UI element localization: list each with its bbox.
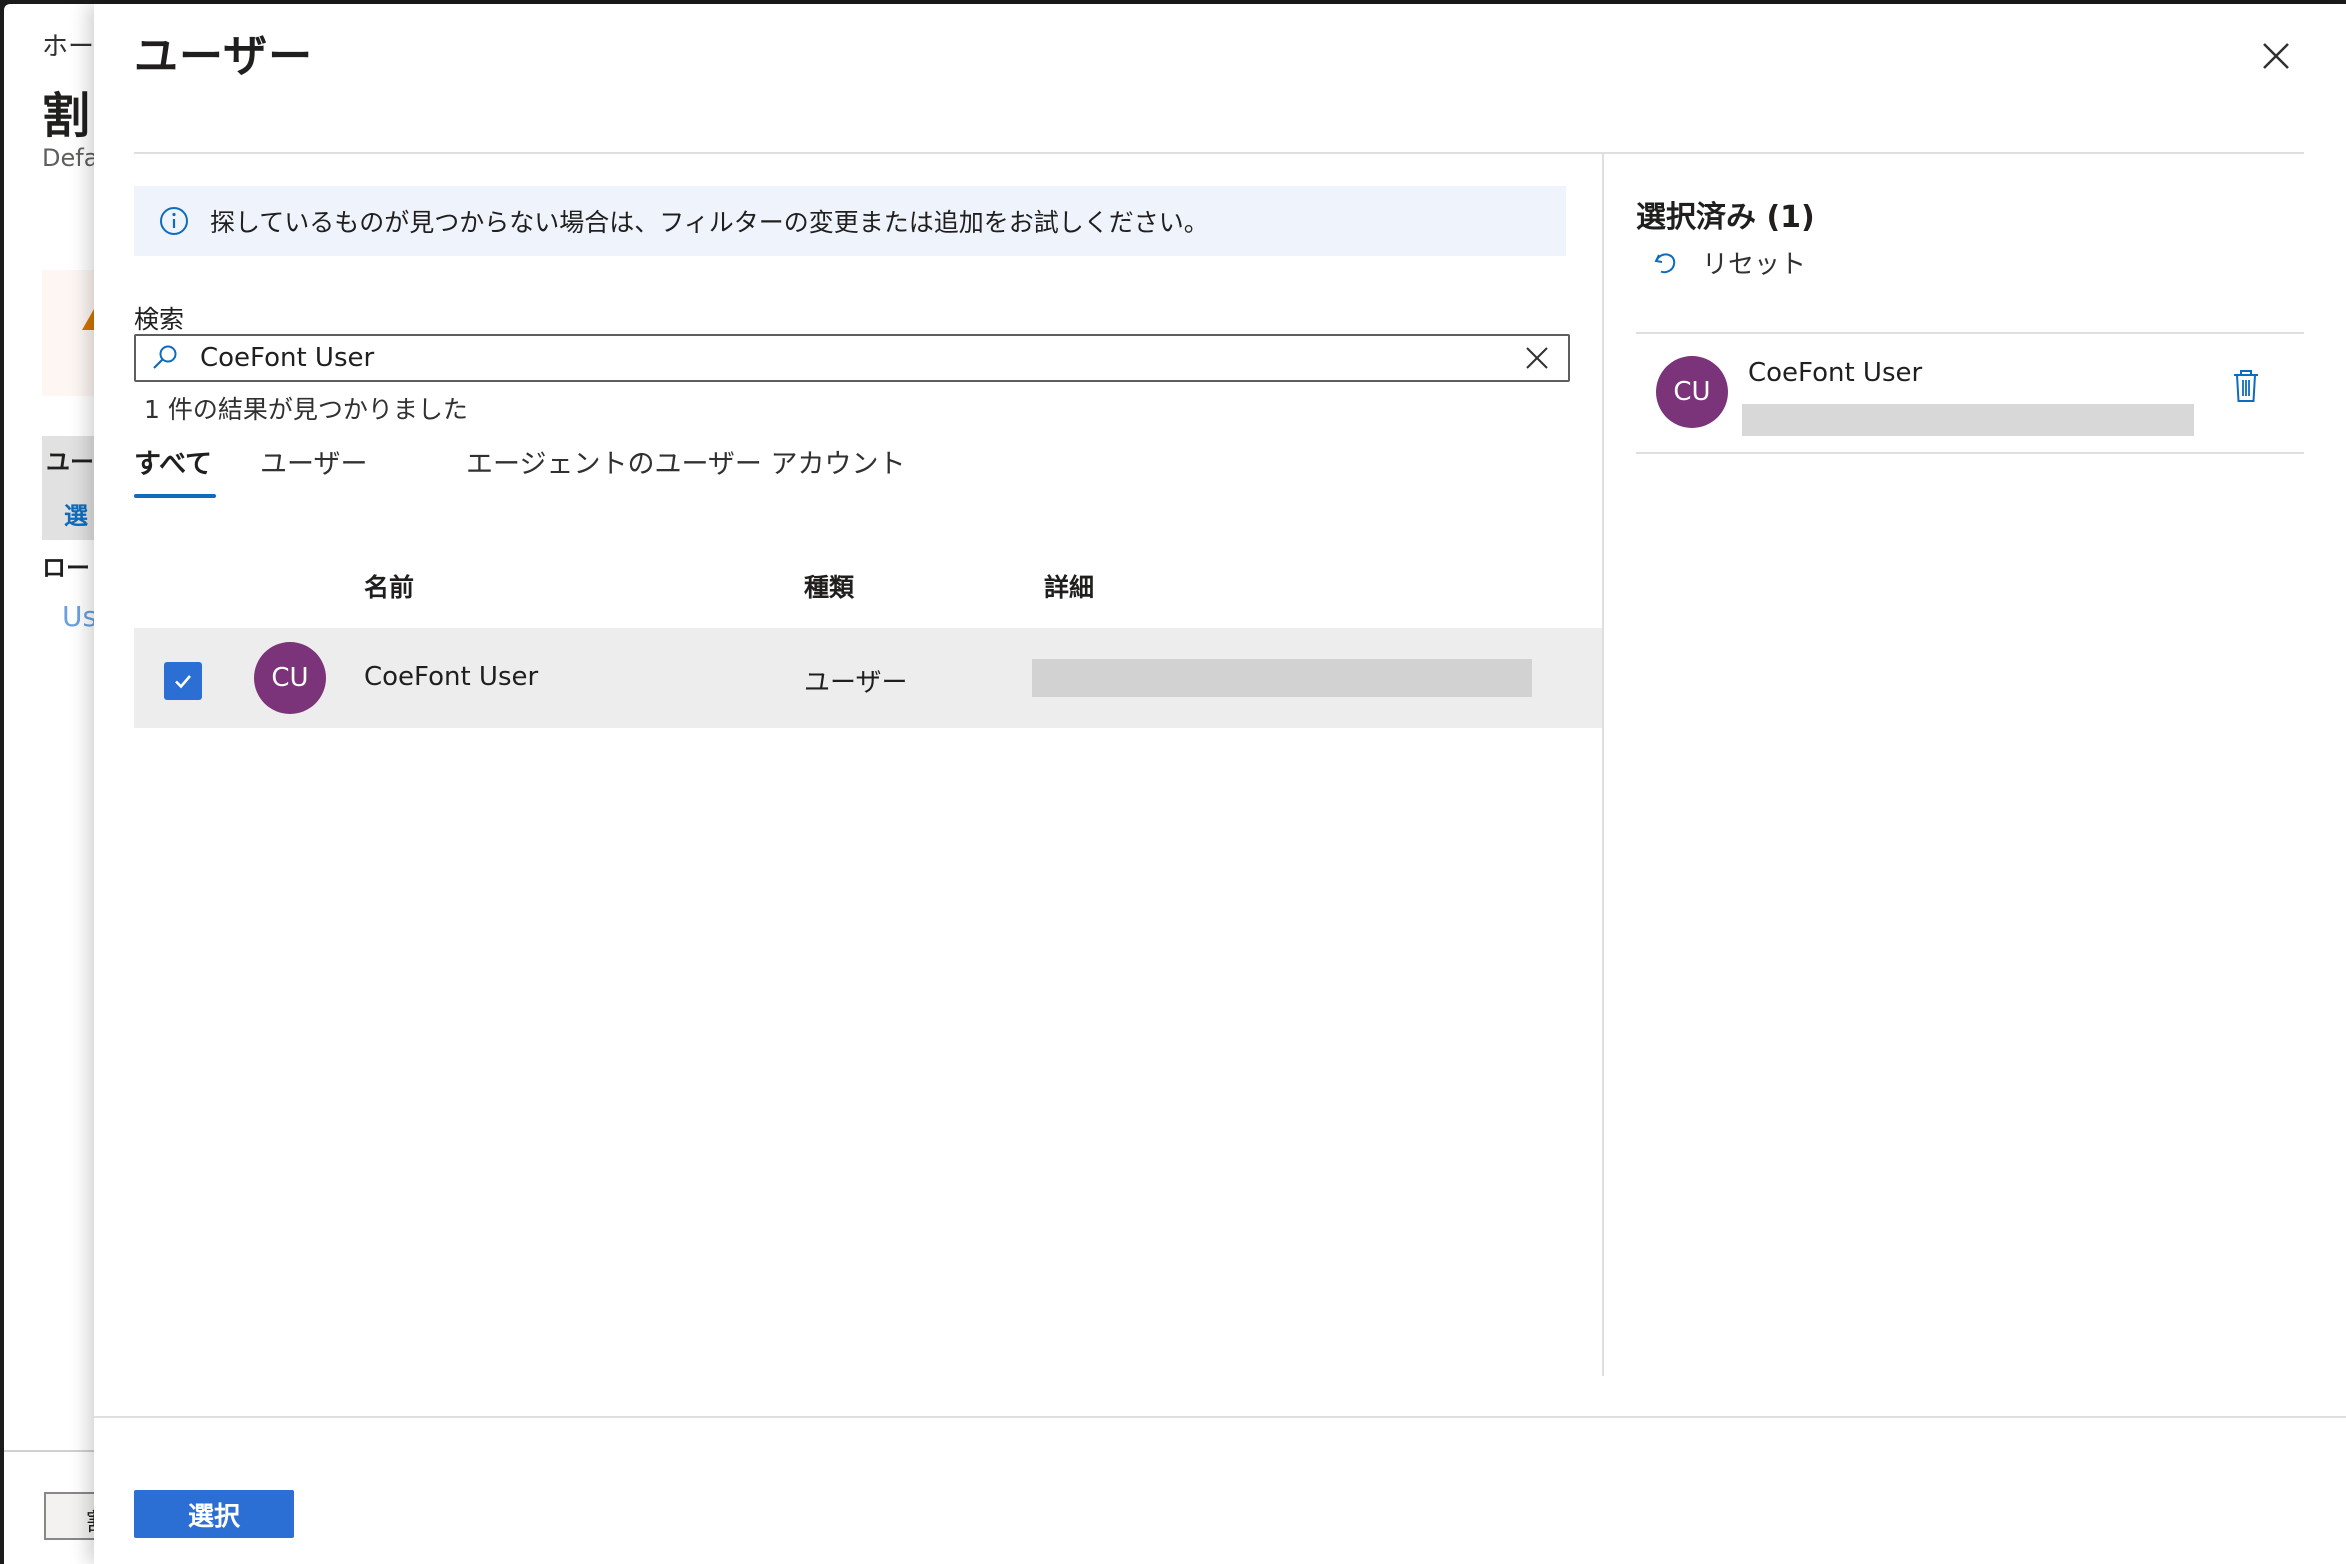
panel-title: ユーザー [134,31,314,82]
table-row[interactable]: CU CoeFont User ユーザー [134,628,1602,728]
user-picker-panel: ユーザー 探しているものが見つからない場合は、フィルターの変更または追加をお試し… [94,4,2346,1564]
page-title: 割 [42,88,91,144]
selected-list-item: CU CoeFont User [1636,334,2304,452]
footer-divider [94,1416,2346,1418]
selected-list-divider [1636,452,2304,454]
role-label: ロー [42,554,90,582]
selected-item-details-redacted [1742,404,2194,436]
column-header-name[interactable]: 名前 [364,568,414,604]
tab-users[interactable]: ユーザー [260,442,367,481]
table-header: 名前 種類 詳細 [134,564,1602,604]
avatar: CU [254,642,326,714]
panel-column-divider [1602,154,1604,1376]
reset-label: リセット [1702,250,1807,280]
page-subtitle: Defa [42,144,99,172]
row-name: CoeFont User [364,662,539,692]
active-tab-indicator [134,494,216,498]
tab-all[interactable]: すべて [134,442,212,481]
info-icon [160,207,188,235]
result-count: 1 件の結果が見つかりました [144,395,468,424]
row-details-redacted [1032,659,1532,697]
row-type: ユーザー [804,668,908,698]
trash-icon[interactable] [2230,368,2262,404]
close-icon[interactable] [2254,34,2298,78]
column-header-type[interactable]: 種類 [804,568,854,604]
users-section-label: ユー [46,448,94,476]
clear-search-icon[interactable] [1522,343,1552,373]
avatar: CU [1656,356,1728,428]
column-header-details[interactable]: 詳細 [1044,568,1094,604]
search-box[interactable] [134,334,1570,382]
search-input[interactable] [200,343,1522,373]
selected-item-name: CoeFont User [1748,358,1923,388]
tab-agent-user-accounts[interactable]: エージェントのユーザー アカウント [466,442,906,481]
reset-button[interactable]: リセット [1650,244,1806,281]
select-button[interactable]: 選択 [134,1490,294,1538]
header-divider [134,152,2304,154]
info-message-text: 探しているものが見つからない場合は、フィルターの変更または追加をお試しください。 [210,208,1209,237]
user-link[interactable]: Us [62,600,97,633]
undo-icon [1654,252,1676,273]
breadcrumb[interactable]: ホー [42,26,94,63]
search-icon [153,345,177,369]
checkmark-icon [175,675,191,689]
search-label: 検索 [134,305,185,334]
row-checkbox[interactable] [164,662,202,700]
selected-title: 選択済み (1) [1636,200,1815,235]
select-users-link[interactable]: 選 [64,496,88,531]
info-message-bar: 探しているものが見つからない場合は、フィルターの変更または追加をお試しください。 [134,186,1566,256]
